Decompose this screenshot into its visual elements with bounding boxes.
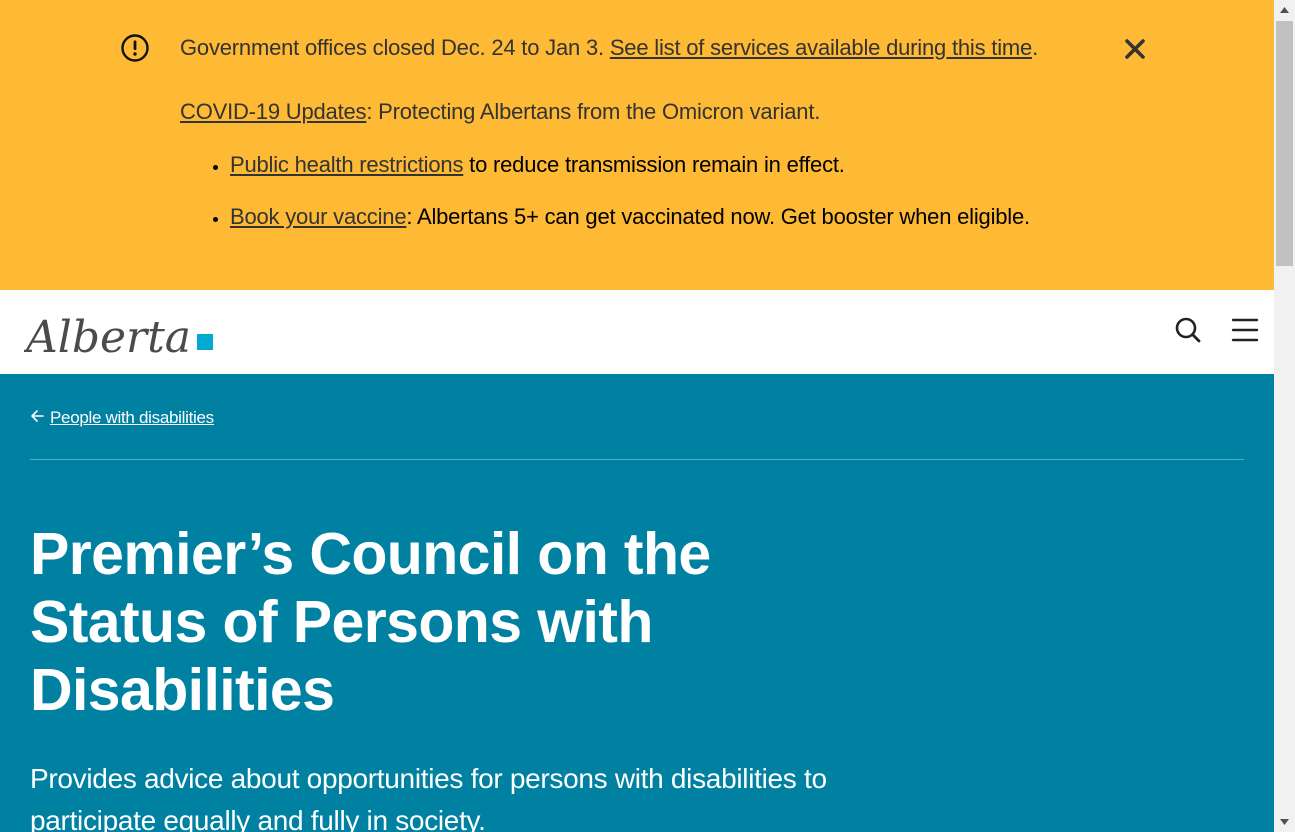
list-item: Book your vaccine: Albertans 5+ can get …: [230, 202, 1030, 232]
list-item-text: to reduce transmission remain in effect.: [463, 152, 845, 177]
covid-update-text: : Protecting Albertans from the Omicron …: [366, 99, 821, 124]
exclamation-circle-icon: [120, 33, 150, 63]
book-vaccine-link[interactable]: Book your vaccine: [230, 204, 407, 229]
list-item-text: : Albertans 5+ can get vaccinated now. G…: [406, 204, 1030, 229]
page-viewport: Government offices closed Dec. 24 to Jan…: [0, 0, 1274, 832]
scroll-down-arrow-icon[interactable]: [1274, 812, 1295, 832]
search-icon[interactable]: [1174, 316, 1202, 344]
logo-accent-square: [197, 334, 213, 350]
scroll-up-arrow-icon[interactable]: [1274, 0, 1295, 20]
page-title: Premier’s Council on the Status of Perso…: [30, 521, 711, 723]
hero-divider: [30, 459, 1244, 460]
alert-banner: Government offices closed Dec. 24 to Jan…: [0, 0, 1274, 290]
covid-update-message: COVID-19 Updates: Protecting Albertans f…: [180, 97, 820, 127]
logo-text: Alberta: [24, 312, 191, 362]
breadcrumb-label: People with disabilities: [50, 408, 214, 427]
scrollbar-thumb[interactable]: [1276, 21, 1293, 266]
office-closure-text: Government offices closed Dec. 24 to Jan…: [180, 35, 610, 60]
close-icon[interactable]: [1122, 36, 1148, 62]
list-item: Public health restrictions to reduce tra…: [230, 150, 1030, 180]
covid-update-list: Public health restrictions to reduce tra…: [180, 150, 1030, 254]
office-closure-message: Government offices closed Dec. 24 to Jan…: [180, 33, 1038, 63]
public-health-restrictions-link[interactable]: Public health restrictions: [230, 152, 463, 177]
alberta-logo[interactable]: Alberta: [22, 304, 216, 363]
arrow-left-icon: [30, 406, 44, 430]
hamburger-menu-icon[interactable]: [1231, 316, 1259, 344]
services-list-link[interactable]: See list of services available during th…: [610, 35, 1032, 60]
page-subtitle: Provides advice about opportunities for …: [30, 763, 827, 832]
breadcrumb-back-link[interactable]: People with disabilities: [30, 406, 214, 430]
office-closure-end: .: [1032, 35, 1038, 60]
covid-updates-link[interactable]: COVID-19 Updates: [180, 99, 367, 124]
